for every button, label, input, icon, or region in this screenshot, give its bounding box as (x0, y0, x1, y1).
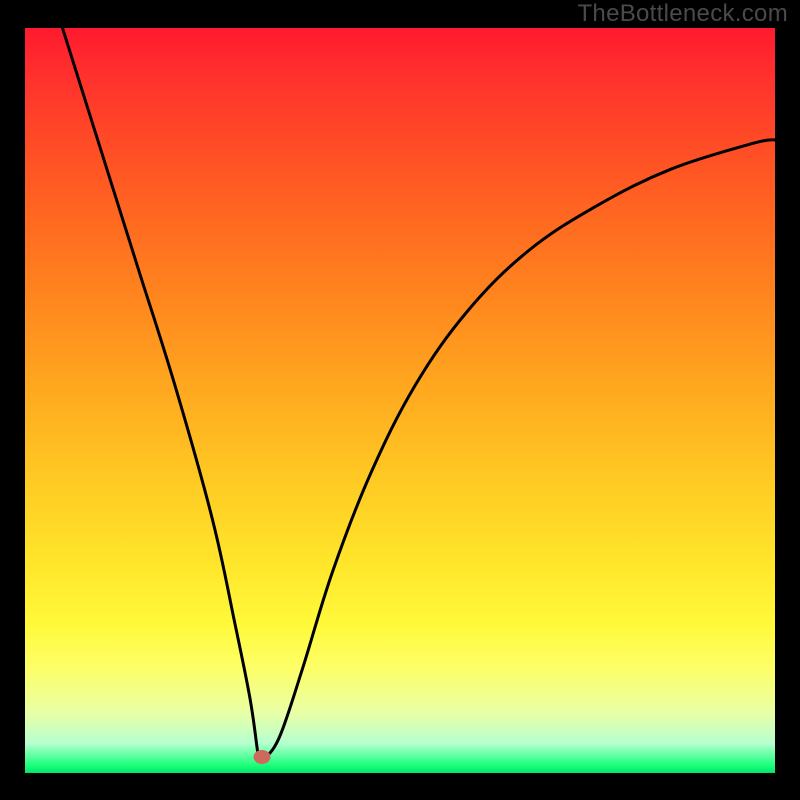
bottleneck-curve (25, 28, 775, 773)
optimal-point-marker (254, 750, 271, 764)
plot-area (25, 28, 775, 773)
chart-frame: TheBottleneck.com (0, 0, 800, 800)
watermark-text: TheBottleneck.com (577, 0, 788, 28)
